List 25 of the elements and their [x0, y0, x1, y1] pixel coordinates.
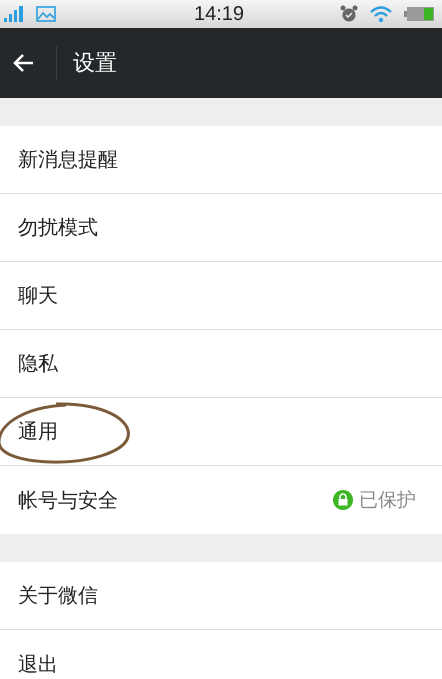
- settings-item[interactable]: 新消息提醒: [0, 126, 442, 194]
- item-label: 聊天: [18, 282, 58, 309]
- item-label: 退出: [18, 650, 58, 678]
- settings-item[interactable]: 关于微信: [0, 562, 442, 630]
- padlock-icon: [333, 490, 353, 510]
- item-label: 勿扰模式: [18, 214, 98, 241]
- item-label: 新消息提醒: [18, 146, 118, 173]
- item-label: 隐私: [18, 350, 58, 377]
- image-icon: [36, 6, 56, 22]
- page-title: 设置: [73, 50, 117, 78]
- settings-item[interactable]: 通用: [0, 398, 442, 466]
- item-label: 通用: [18, 418, 58, 445]
- item-label: 关于微信: [18, 582, 98, 609]
- back-arrow-icon: [12, 53, 34, 73]
- settings-item[interactable]: 帐号与安全 已保护: [0, 466, 442, 534]
- item-label: 帐号与安全: [18, 486, 118, 514]
- wifi-icon: [370, 6, 392, 22]
- protection-status: 已保护: [359, 488, 416, 513]
- clock-time: 14:19: [194, 2, 244, 26]
- settings-item[interactable]: 隐私: [0, 330, 442, 398]
- battery-icon: [404, 7, 434, 21]
- settings-item[interactable]: 勿扰模式: [0, 194, 442, 262]
- settings-item[interactable]: 聊天: [0, 262, 442, 330]
- settings-item[interactable]: 退出: [0, 630, 442, 679]
- alarm-clock-icon: [340, 5, 358, 23]
